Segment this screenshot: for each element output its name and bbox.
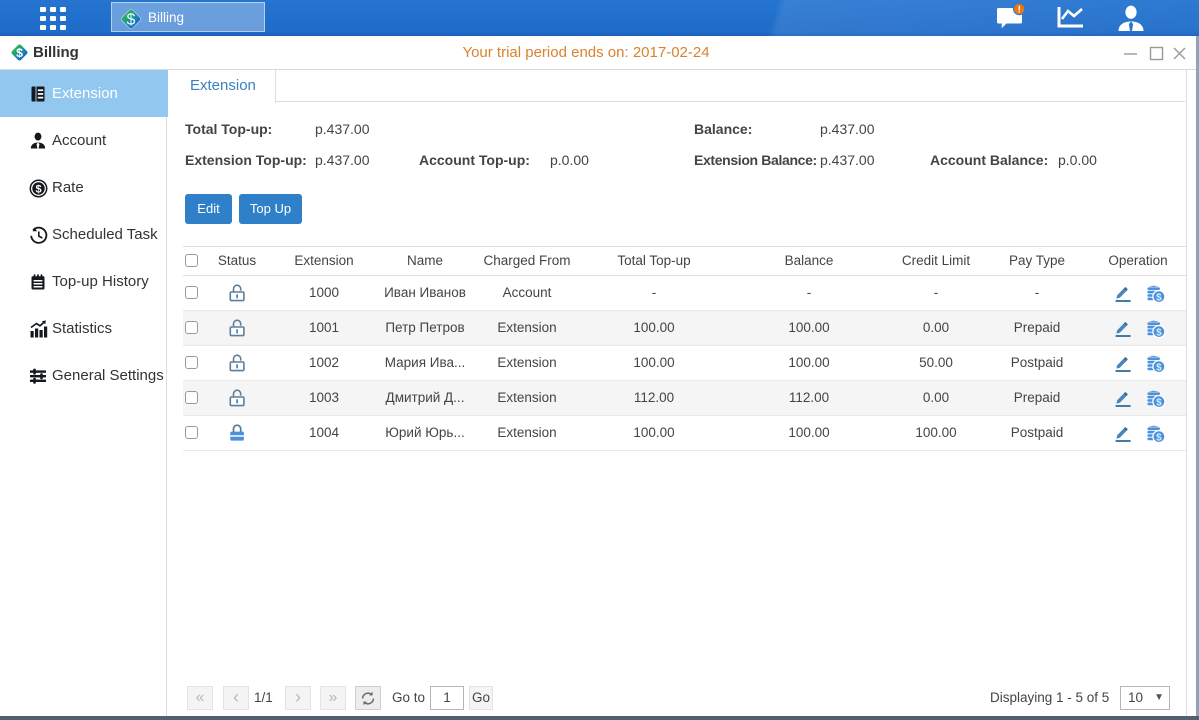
- svg-text:$: $: [1156, 327, 1162, 338]
- svg-text:$: $: [35, 183, 41, 195]
- svg-text:$: $: [1156, 397, 1162, 408]
- svg-text:$: $: [127, 11, 136, 28]
- svg-text:$: $: [1156, 292, 1162, 303]
- svg-text:$: $: [1156, 362, 1162, 373]
- svg-text:!: !: [1018, 5, 1021, 15]
- svg-text:$: $: [1156, 432, 1162, 443]
